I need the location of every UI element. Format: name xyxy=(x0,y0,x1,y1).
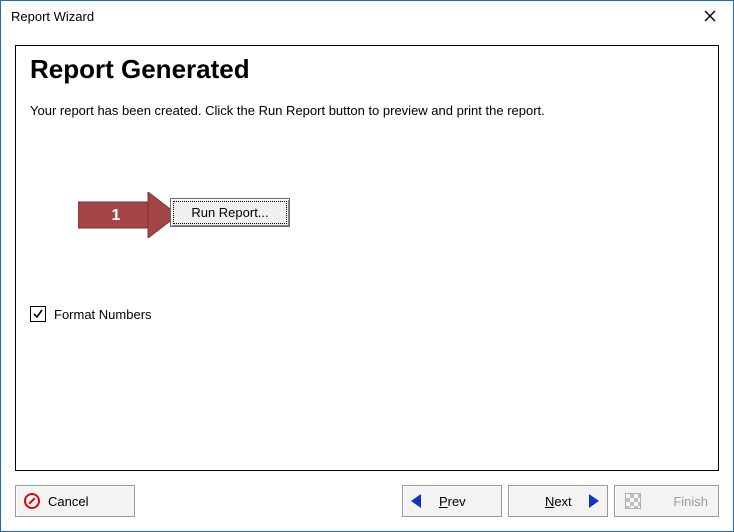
next-button[interactable]: Next xyxy=(508,485,608,517)
close-button[interactable] xyxy=(687,1,733,31)
prev-label: Prev xyxy=(439,494,466,509)
prev-button[interactable]: Prev xyxy=(402,485,502,517)
cancel-label: Cancel xyxy=(48,494,88,509)
finish-icon xyxy=(625,493,641,509)
check-icon xyxy=(32,308,44,320)
title-bar: Report Wizard xyxy=(1,1,733,31)
page-heading: Report Generated xyxy=(30,54,704,85)
next-label: Next xyxy=(545,494,572,509)
arrow-right-icon xyxy=(589,494,599,508)
close-icon xyxy=(704,10,716,22)
content-frame: Report Generated Your report has been cr… xyxy=(15,45,719,471)
dialog-window: Report Wizard Report Generated Your repo… xyxy=(0,0,734,532)
window-title: Report Wizard xyxy=(11,9,687,24)
cancel-icon xyxy=(24,493,40,509)
run-report-button[interactable]: Run Report... xyxy=(170,198,290,227)
format-numbers-checkbox[interactable] xyxy=(30,306,46,322)
run-report-row: 1 Run Report... xyxy=(30,188,704,242)
format-numbers-row: Format Numbers xyxy=(30,306,704,322)
step-arrow: 1 xyxy=(78,192,180,238)
cancel-button[interactable]: Cancel xyxy=(15,485,135,517)
finish-button: Finish xyxy=(614,485,719,517)
wizard-footer: Cancel Prev Next Finish xyxy=(15,483,719,519)
format-numbers-label: Format Numbers xyxy=(54,307,152,322)
page-description: Your report has been created. Click the … xyxy=(30,103,704,118)
finish-label: Finish xyxy=(673,494,708,509)
step-number: 1 xyxy=(112,207,121,224)
arrow-left-icon xyxy=(411,494,421,508)
run-report-label: Run Report... xyxy=(191,205,268,220)
